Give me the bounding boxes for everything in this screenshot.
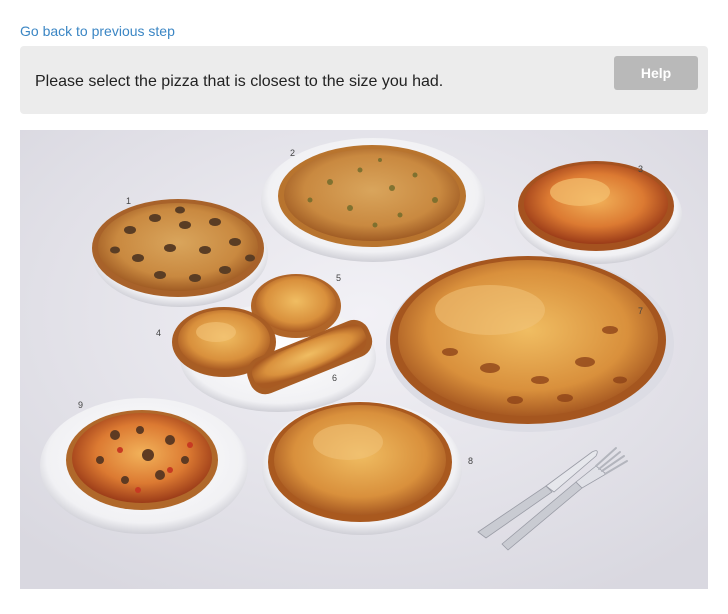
pizza-option-7[interactable] — [386, 256, 674, 432]
pizza-number-4: 4 — [156, 328, 161, 338]
pizza-option-1[interactable] — [92, 199, 268, 307]
instruction-panel: Please select the pizza that is closest … — [20, 46, 708, 114]
pizza-number-8: 8 — [468, 456, 473, 466]
pizza-number-6: 6 — [332, 373, 337, 383]
go-back-link[interactable]: Go back to previous step — [20, 23, 175, 39]
pizza-number-2: 2 — [290, 148, 295, 158]
pizza-option-9[interactable] — [40, 398, 248, 534]
pizza-number-3: 3 — [638, 164, 643, 174]
pizza-number-9: 9 — [78, 400, 83, 410]
pizza-number-5: 5 — [336, 273, 341, 283]
pizza-photo: 2 3 1 7 5 4 6 9 8 — [20, 130, 708, 589]
pizza-number-1: 1 — [126, 196, 131, 206]
pizza-photo-svg: 2 3 1 7 5 4 6 9 8 — [20, 130, 708, 589]
help-button[interactable]: Help — [614, 56, 698, 90]
pizza-option-8[interactable] — [262, 401, 462, 535]
pizza-number-7: 7 — [638, 306, 643, 316]
instruction-text: Please select the pizza that is closest … — [35, 73, 444, 90]
